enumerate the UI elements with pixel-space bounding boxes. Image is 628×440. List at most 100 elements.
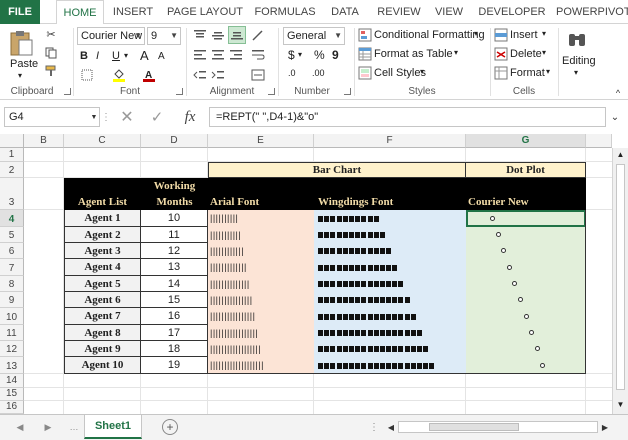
alignment-launcher-icon[interactable] [268,88,275,95]
align-left-icon[interactable] [192,48,208,62]
chevron-down-icon[interactable]: ▾ [474,29,478,38]
tab-page-layout[interactable]: PAGE LAYOUT [164,0,246,24]
agent-name-cell[interactable]: Agent 6 [64,292,141,308]
column-header-e[interactable]: E [208,134,314,148]
dot-plot-cell[interactable] [466,276,586,292]
increase-indent-icon[interactable] [210,68,226,82]
shrink-font-button[interactable]: A [158,51,165,62]
number-launcher-icon[interactable] [344,88,351,95]
tab-split-icon[interactable]: ⋮ [369,421,379,433]
courier-new-header[interactable]: Courier New [468,194,586,210]
wingdings-font-header[interactable]: Wingdings Font [318,194,466,210]
increase-decimal-button[interactable]: .0 [288,68,296,78]
arial-bar-cell[interactable]: ||||||||||||||||| [208,325,314,341]
paste-dropdown-icon[interactable]: ▾ [18,71,22,80]
working-months-cell[interactable]: 17 [141,325,208,341]
bold-button[interactable]: B [80,50,88,62]
currency-button[interactable]: $ [288,48,295,62]
delete-button[interactable]: Delete [510,48,542,60]
percent-button[interactable]: % [314,48,325,62]
tab-developer[interactable]: DEVELOPER [476,0,548,24]
row-header-6[interactable]: 6 [0,243,24,259]
horizontal-scrollbar-thumb[interactable] [429,423,519,431]
collapse-ribbon-icon[interactable]: ^ [612,88,624,98]
align-bottom-icon[interactable] [228,26,246,44]
paste-icon[interactable] [6,28,36,58]
dot-plot-cell[interactable] [466,243,586,259]
insert-button[interactable]: Insert [510,29,538,41]
chevron-down-icon[interactable]: ▾ [574,68,578,77]
row-header-11[interactable]: 11 [0,325,24,341]
row-header-12[interactable]: 12 [0,341,24,357]
wingdings-bar-cell[interactable] [314,227,466,243]
align-center-icon[interactable] [210,48,226,62]
column-header-f[interactable]: F [314,134,466,148]
row-header-3[interactable]: 3 [0,178,24,210]
working-months-cell[interactable]: 16 [141,308,208,325]
cancel-icon[interactable]: ✕ [118,109,136,126]
decrease-indent-icon[interactable] [192,68,208,82]
align-middle-icon[interactable] [210,28,226,42]
align-right-icon[interactable] [228,48,244,62]
arial-bar-cell[interactable]: |||||||||||||||||| [208,341,314,357]
arial-bar-cell[interactable]: ||||||||||| [208,227,314,243]
chevron-down-icon[interactable]: ▾ [420,67,424,76]
chevron-down-icon[interactable]: ▾ [542,29,546,38]
more-sheets-icon[interactable]: … [70,421,79,433]
horizontal-scrollbar[interactable] [398,421,598,433]
scrollbar-thumb[interactable] [616,164,625,390]
wingdings-bar-cell[interactable] [314,276,466,292]
column-header-b[interactable]: B [24,134,64,148]
wingdings-bar-cell[interactable] [314,341,466,357]
dot-plot-cell[interactable] [466,357,586,374]
agent-name-cell[interactable]: Agent 9 [64,341,141,357]
fill-color-icon[interactable] [112,68,126,82]
wingdings-bar-cell[interactable] [314,210,466,227]
currency-dropdown-icon[interactable]: ▾ [298,50,302,59]
agent-name-cell[interactable]: Agent 2 [64,227,141,243]
borders-icon[interactable] [80,68,94,82]
row-header-14[interactable]: 14 [0,374,24,388]
cell-styles-button[interactable]: Cell Styles [374,67,426,79]
format-cells-icon[interactable] [494,66,508,80]
tab-view[interactable]: VIEW [432,0,466,24]
wingdings-bar-cell[interactable] [314,292,466,308]
clipboard-launcher-icon[interactable] [64,88,71,95]
number-format-dropdown[interactable]: General ▼ [283,27,345,45]
working-months-cell[interactable]: 15 [141,292,208,308]
tab-formulas[interactable]: FORMULAS [254,0,316,24]
next-sheet-icon[interactable]: ▶ [42,421,54,433]
row-header-5[interactable]: 5 [0,227,24,243]
agent-name-cell[interactable]: Agent 3 [64,243,141,259]
conditional-formatting-icon[interactable] [358,28,372,42]
column-header-c[interactable]: C [64,134,141,148]
working-months-cell[interactable]: 13 [141,259,208,276]
agent-name-cell[interactable]: Agent 7 [64,308,141,325]
tab-review[interactable]: REVIEW [376,0,422,24]
arial-bar-cell[interactable]: |||||||||| [208,210,314,227]
cut-icon[interactable]: ✂ [44,27,58,41]
bar-chart-title[interactable]: Bar Chart [208,162,466,178]
insert-function-icon[interactable]: fx [178,107,202,127]
copy-icon[interactable] [44,46,58,60]
prev-sheet-icon[interactable]: ◀ [14,421,26,433]
chevron-down-icon[interactable]: ▾ [546,67,550,76]
agent-list-header[interactable]: Agent List [64,194,141,210]
comma-style-button[interactable]: 9 [332,48,339,62]
tab-powerpivot[interactable]: POWERPIVOT [556,0,628,24]
column-header-g[interactable]: G [466,134,586,148]
dot-plot-cell[interactable] [466,227,586,243]
row-header-8[interactable]: 8 [0,276,24,292]
row-header-7[interactable]: 7 [0,259,24,276]
scroll-left-icon[interactable]: ◀ [386,421,396,433]
column-header-d[interactable]: D [141,134,208,148]
dot-plot-cell[interactable] [466,325,586,341]
formula-input[interactable]: =REPT(" ",D4-1)&"o" [210,107,606,127]
sheet-tab-sheet1[interactable]: Sheet1 [84,415,142,439]
plus-icon[interactable]: + [162,419,178,435]
scroll-up-icon[interactable]: ▲ [615,150,626,160]
working-months-header-line1[interactable]: Working [141,178,208,194]
select-all-corner[interactable] [0,134,24,148]
delete-cells-icon[interactable] [494,47,508,61]
arial-font-header[interactable]: Arial Font [210,194,314,210]
